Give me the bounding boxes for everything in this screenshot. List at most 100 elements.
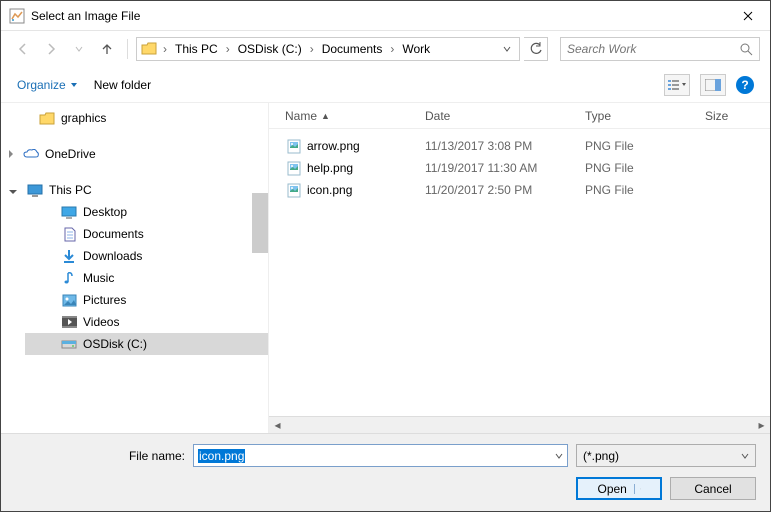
chevron-down-icon <box>75 45 83 53</box>
navbar: › This PC › OSDisk (C:) › Documents › Wo… <box>1 31 770 67</box>
crumb-osdisk[interactable]: OSDisk (C:) <box>234 42 306 56</box>
body: graphics OneDrive This PC DesktopDocumen… <box>1 103 770 433</box>
preview-icon <box>705 79 721 91</box>
toolbar: Organize New folder ? <box>1 67 770 103</box>
file-row[interactable]: arrow.png11/13/2017 3:08 PMPNG File <box>285 135 770 157</box>
nav-tree[interactable]: graphics OneDrive This PC DesktopDocumen… <box>1 103 269 433</box>
tree-item-osdisk-c-[interactable]: OSDisk (C:) <box>25 333 268 355</box>
cancel-button[interactable]: Cancel <box>670 477 756 500</box>
new-folder-button[interactable]: New folder <box>94 78 151 92</box>
tree-item-documents[interactable]: Documents <box>25 223 268 245</box>
chevron-right-icon[interactable]: › <box>159 42 171 56</box>
crumb-work[interactable]: Work <box>398 42 434 56</box>
breadcrumb[interactable]: › This PC › OSDisk (C:) › Documents › Wo… <box>136 37 520 61</box>
back-icon <box>15 41 31 57</box>
refresh-button[interactable] <box>524 37 548 61</box>
tree-scrollbar[interactable] <box>252 193 268 253</box>
chevron-right-icon[interactable]: › <box>386 42 398 56</box>
tree-item-music[interactable]: Music <box>25 267 268 289</box>
filetype-filter[interactable]: (*.png) <box>576 444 756 467</box>
split-chevron-icon <box>634 484 641 494</box>
app-icon <box>9 8 25 24</box>
chevron-down-icon <box>741 453 749 459</box>
chevron-right-icon[interactable]: › <box>306 42 318 56</box>
col-date[interactable]: Date <box>425 109 585 123</box>
tree-item-thispc[interactable]: This PC <box>21 179 268 201</box>
help-button[interactable]: ? <box>736 76 754 94</box>
scroll-left-icon[interactable]: ◂ <box>269 417 286 434</box>
pictures-icon <box>61 292 77 308</box>
view-options-button[interactable] <box>664 74 690 96</box>
tree-item-onedrive[interactable]: OneDrive <box>21 143 268 165</box>
file-date: 11/20/2017 2:50 PM <box>425 183 585 197</box>
downloads-icon <box>61 248 77 264</box>
crumb-documents[interactable]: Documents <box>318 42 387 56</box>
horizontal-scrollbar[interactable]: ◂ ▸ <box>269 416 770 433</box>
file-row[interactable]: help.png11/19/2017 11:30 AMPNG File <box>285 157 770 179</box>
file-type: PNG File <box>585 183 705 197</box>
forward-button[interactable] <box>39 37 63 61</box>
chevron-down-icon <box>555 453 563 459</box>
search-icon[interactable] <box>740 43 753 56</box>
refresh-icon <box>529 42 543 56</box>
up-button[interactable] <box>95 37 119 61</box>
tree-item-videos[interactable]: Videos <box>25 311 268 333</box>
file-name: help.png <box>307 161 425 175</box>
tree-item-pictures[interactable]: Pictures <box>25 289 268 311</box>
folder-icon <box>139 39 159 59</box>
onedrive-icon <box>23 146 39 162</box>
help-icon: ? <box>741 78 748 92</box>
close-icon <box>743 11 753 21</box>
separator <box>127 39 128 59</box>
recent-dropdown[interactable] <box>67 37 91 61</box>
file-date: 11/19/2017 11:30 AM <box>425 161 585 175</box>
music-icon <box>61 270 77 286</box>
file-list[interactable]: arrow.png11/13/2017 3:08 PMPNG Filehelp.… <box>269 129 770 201</box>
titlebar: Select an Image File <box>1 1 770 31</box>
tree-item-desktop[interactable]: Desktop <box>25 201 268 223</box>
open-button[interactable]: Open <box>576 477 662 500</box>
file-name: icon.png <box>307 183 425 197</box>
filter-dropdown[interactable] <box>741 453 749 459</box>
file-type: PNG File <box>585 139 705 153</box>
png-file-icon <box>285 182 303 198</box>
file-row[interactable]: icon.png11/20/2017 2:50 PMPNG File <box>285 179 770 201</box>
search-input[interactable] <box>567 42 740 56</box>
forward-icon <box>43 41 59 57</box>
col-type[interactable]: Type <box>585 109 705 123</box>
sort-asc-icon: ▲ <box>321 111 330 121</box>
preview-pane-button[interactable] <box>700 74 726 96</box>
filename-dropdown[interactable] <box>555 453 563 459</box>
filter-value: (*.png) <box>583 449 619 463</box>
filename-input[interactable]: icon.png <box>193 444 568 467</box>
scroll-right-icon[interactable]: ▸ <box>753 417 770 434</box>
breadcrumb-dropdown[interactable] <box>497 45 517 53</box>
window-title: Select an Image File <box>31 9 725 23</box>
desktop-icon <box>61 204 77 220</box>
computer-icon <box>27 182 43 198</box>
png-file-icon <box>285 138 303 154</box>
png-file-icon <box>285 160 303 176</box>
file-date: 11/13/2017 3:08 PM <box>425 139 585 153</box>
organize-label: Organize <box>17 78 66 92</box>
list-view-icon <box>668 79 686 91</box>
close-button[interactable] <box>725 1 770 31</box>
footer: File name: icon.png (*.png) Open Cancel <box>1 433 770 511</box>
folder-icon <box>39 110 55 126</box>
filename-value: icon.png <box>198 449 245 463</box>
crumb-thispc[interactable]: This PC <box>171 42 222 56</box>
file-name: arrow.png <box>307 139 425 153</box>
col-size[interactable]: Size <box>705 109 755 123</box>
videos-icon <box>61 314 77 330</box>
file-pane: Name▲ Date Type Size arrow.png11/13/2017… <box>269 103 770 433</box>
back-button[interactable] <box>11 37 35 61</box>
chevron-right-icon[interactable]: › <box>222 42 234 56</box>
tree-item-graphics[interactable]: graphics <box>21 107 268 129</box>
up-icon <box>99 41 115 57</box>
tree-item-downloads[interactable]: Downloads <box>25 245 268 267</box>
filename-label: File name: <box>15 449 185 463</box>
organize-menu[interactable]: Organize <box>17 78 78 92</box>
column-headers: Name▲ Date Type Size <box>269 103 770 129</box>
col-name[interactable]: Name▲ <box>285 109 425 123</box>
search-box[interactable] <box>560 37 760 61</box>
